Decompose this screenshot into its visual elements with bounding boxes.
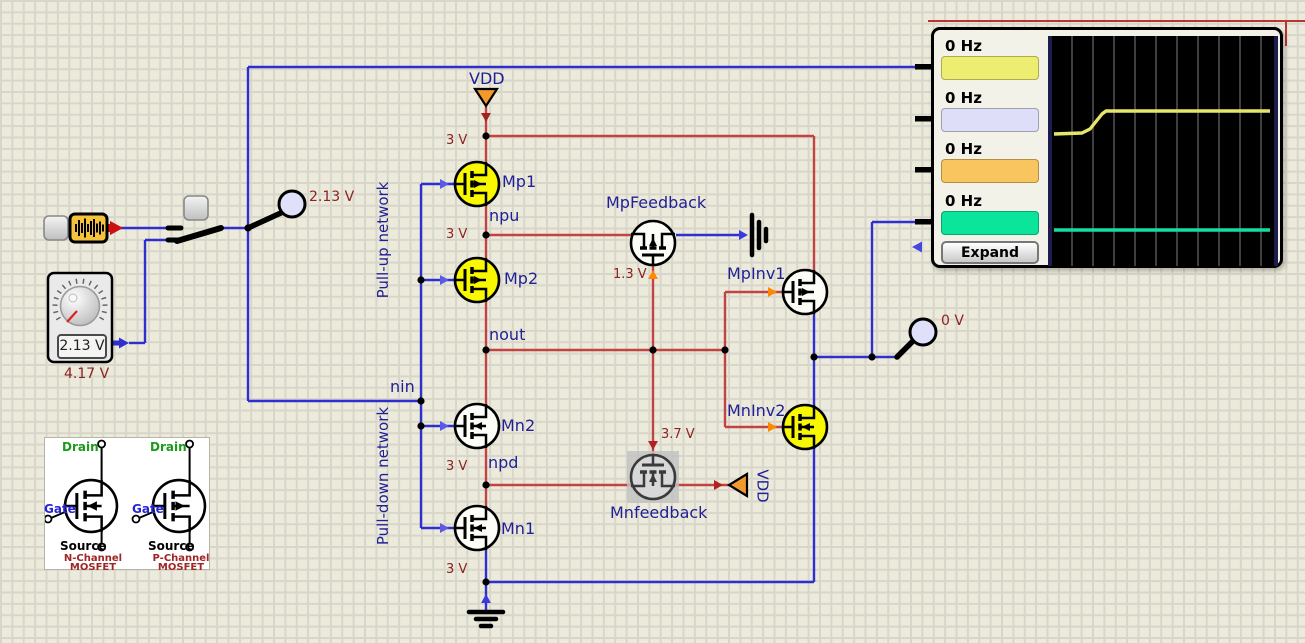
label-nout: nout [489, 326, 525, 344]
junction-dot [482, 578, 489, 585]
legend-n-drain: Drain [62, 440, 99, 454]
label-v-npu: 3 V [446, 228, 467, 242]
expand-button[interactable]: Expand [941, 241, 1039, 264]
label-pulldown: Pull-down network [375, 407, 392, 545]
wire-arrow-icon [648, 441, 658, 450]
wire-arrow-icon [768, 287, 777, 297]
label-v-37: 3.7 V [661, 428, 695, 442]
spdt-switch[interactable] [168, 196, 221, 241]
label-v-13: 1.3 V [613, 268, 647, 282]
label-mninv2: MnInv2 [727, 402, 785, 420]
legend-p-drain: Drain [150, 440, 187, 454]
junction-dot [417, 422, 424, 429]
scope-pin[interactable] [915, 167, 932, 173]
scope-pin[interactable] [915, 219, 932, 225]
mosfet-mpinv1[interactable] [783, 270, 827, 314]
switch-toggle-button[interactable] [184, 196, 208, 220]
probe-right-value: 0 V [941, 313, 964, 329]
wire-arrow-icon [739, 230, 748, 240]
legend-p-source: Source [148, 539, 195, 553]
scope-pin[interactable] [915, 64, 932, 70]
mosfet-legend: DrainGateSourceN-ChannelMOSFETDrainGateS… [44, 437, 210, 570]
label-v-src: 3 V [446, 563, 467, 577]
wire-arrow-icon [440, 275, 449, 285]
mosfet-mp2[interactable] [455, 258, 499, 302]
junction-dot [482, 231, 489, 238]
junction-dot [810, 353, 817, 360]
label-mn2: Mn2 [501, 417, 535, 435]
knob-dial[interactable] [61, 287, 100, 326]
label-vdd-top: VDD [469, 70, 505, 88]
wire-arrow-icon [648, 270, 658, 279]
label-mnfeedback: Mnfeedback [610, 504, 707, 522]
audio-source[interactable] [70, 214, 107, 242]
legend-n-source: Source [60, 539, 107, 553]
mosfet-mp1[interactable] [455, 162, 499, 206]
scope-channel-frequency: 0 Hz [945, 37, 982, 55]
scope-channel-frequency: 0 Hz [945, 192, 982, 210]
scope-traces [1052, 36, 1274, 266]
label-npd: npd [488, 454, 518, 472]
wire-arrow-icon [912, 242, 922, 253]
knob-voltage-display: 2.13 V [57, 334, 107, 359]
oscilloscope-panel: 0 Hz 0 Hz 0 Hz 0 Hz Expand [931, 27, 1283, 268]
vdd-symbol-top[interactable] [475, 89, 497, 106]
voltage-probe-right[interactable] [897, 319, 936, 357]
junction-dot [482, 132, 489, 139]
scope-screen [1048, 36, 1278, 266]
label-v-npd: 3 V [446, 460, 467, 474]
voltage-probe-left[interactable] [248, 191, 305, 228]
scope-channel-color-button[interactable] [941, 56, 1039, 80]
mosfet-mninv2[interactable] [783, 405, 827, 449]
junction-dot [868, 353, 875, 360]
legend-p-caption: MOSFET [158, 562, 204, 573]
junction-dot [721, 346, 728, 353]
label-mpfeedback: MpFeedback [606, 194, 706, 212]
legend-n-gate: Gate [44, 502, 76, 516]
junction-dot [417, 276, 424, 283]
scope-trace-yellow [1054, 111, 1270, 134]
mosfet-mn1[interactable] [455, 506, 499, 550]
mosfet-mn2[interactable] [455, 404, 499, 448]
label-npu: npu [489, 207, 519, 225]
legend-p-gate: Gate [132, 502, 164, 516]
ground-symbol-right[interactable] [752, 215, 766, 255]
junction-dot [649, 346, 656, 353]
label-v-rail: 3 V [446, 134, 467, 148]
push-button[interactable] [44, 216, 68, 240]
probe-left-value: 2.13 V [309, 189, 354, 205]
wire-arrow-icon [481, 594, 491, 603]
junction-dot [482, 346, 489, 353]
scope-channel-color-button[interactable] [941, 159, 1039, 183]
mosfet-mpfeedback[interactable] [631, 221, 675, 265]
label-mn1: Mn1 [501, 520, 535, 538]
ground-symbol-bottom[interactable] [469, 612, 503, 626]
scope-channel-color-button[interactable] [941, 211, 1039, 235]
junction-dot [482, 481, 489, 488]
scope-pin[interactable] [915, 116, 932, 122]
wire-arrow-icon [768, 422, 777, 432]
mosfet-mnfeedback[interactable] [627, 451, 679, 503]
scope-channel-frequency: 0 Hz [945, 140, 982, 158]
legend-n-caption: MOSFET [70, 562, 116, 573]
wire-arrow-icon [440, 179, 449, 189]
wire-arrow-icon [440, 421, 449, 431]
label-vdd-right: VDD [754, 469, 771, 502]
wire-arrow-icon [440, 523, 449, 533]
label-nin: nin [390, 378, 415, 396]
switch-lever[interactable] [177, 228, 221, 241]
schematic-canvas: VDD 3 V Mp1 npu 3 V Mp2 nout nin Mn2 npd 3 V Mn1 3 V… [0, 0, 1305, 643]
label-pullup: Pull-up network [375, 182, 392, 299]
scope-channel-frequency: 0 Hz [945, 89, 982, 107]
junction-dot [417, 397, 424, 404]
label-mp1: Mp1 [502, 173, 536, 191]
wire-arrow-icon [481, 113, 491, 122]
vdd-symbol-right[interactable] [729, 474, 747, 496]
label-mp2: Mp2 [504, 270, 538, 288]
wire-arrow-icon [714, 480, 723, 490]
label-mpinv1: MpInv1 [727, 265, 785, 283]
knob-max-label: 4.17 V [64, 366, 109, 382]
scope-channel-color-button[interactable] [941, 108, 1039, 132]
